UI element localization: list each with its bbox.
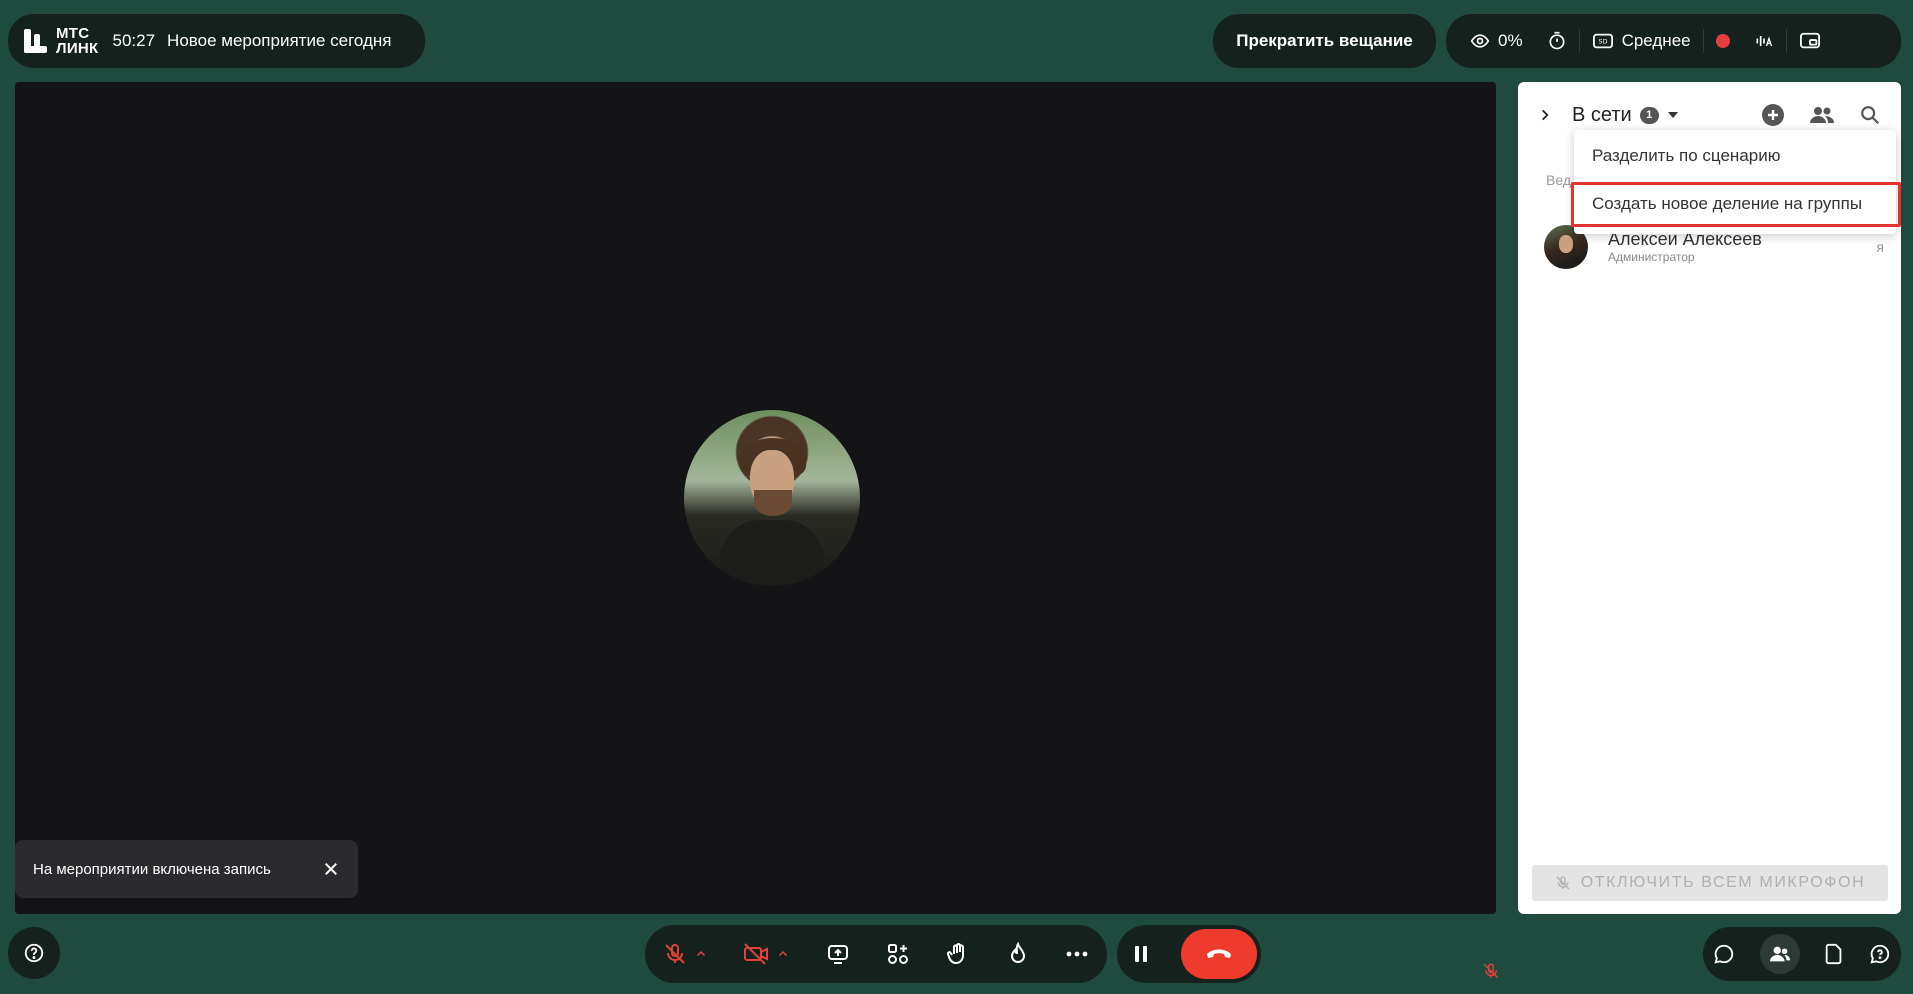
eye-icon	[1470, 31, 1490, 51]
logo-line1: МТС	[56, 25, 90, 42]
selection-highlight	[1571, 182, 1901, 227]
caret-down-icon	[1667, 110, 1679, 120]
call-controls	[1117, 925, 1261, 983]
stopwatch-button[interactable]	[1535, 14, 1579, 68]
more-icon[interactable]	[1065, 950, 1089, 958]
recording-toast: На мероприятии включена запись	[15, 840, 358, 898]
people-icon[interactable]	[1809, 103, 1835, 127]
viewers-percent: 0%	[1498, 31, 1523, 50]
audio-captions-icon	[1754, 31, 1774, 51]
participants-tab[interactable]	[1759, 934, 1800, 974]
camera-off-icon[interactable]	[743, 942, 769, 966]
mic-off-icon[interactable]	[663, 942, 687, 966]
add-circle-icon[interactable]	[1761, 103, 1785, 127]
me-marker: я	[1876, 239, 1884, 255]
section-label: Вед	[1546, 172, 1571, 188]
speaker-avatar	[684, 410, 860, 586]
files-icon[interactable]	[1824, 943, 1844, 965]
viewers-indicator[interactable]: 0%	[1458, 14, 1535, 68]
logo-mark-icon	[22, 28, 48, 54]
event-title: Новое мероприятие сегодня	[167, 31, 392, 50]
mts-link-logo: МТС ЛИНК	[22, 26, 99, 56]
hand-icon[interactable]	[946, 942, 970, 966]
event-timer: 50:27	[112, 31, 156, 50]
chevron-up-icon[interactable]	[695, 948, 707, 960]
online-filter-dropdown[interactable]: В сети 1	[1572, 104, 1679, 127]
video-stage[interactable]	[15, 82, 1499, 979]
camera-control[interactable]	[743, 942, 789, 966]
layout-button[interactable]	[1787, 14, 1833, 68]
chevron-right-icon[interactable]	[1538, 108, 1552, 122]
hangup-button[interactable]	[1181, 929, 1257, 979]
stopwatch-icon	[1547, 31, 1567, 51]
svg-text:SD: SD	[1598, 39, 1607, 46]
quality-selector[interactable]: SD Среднее	[1580, 14, 1703, 68]
apps-icon[interactable]	[886, 942, 910, 966]
mute-all-button[interactable]: ОТКЛЮЧИТЬ ВСЕМ МИКРОФОН	[1532, 865, 1888, 901]
recording-indicator[interactable]	[1704, 14, 1742, 68]
recording-toast-text: На мероприятии включена запись	[33, 860, 271, 878]
quality-icon: SD	[1592, 31, 1614, 51]
share-screen-icon[interactable]	[826, 942, 850, 966]
help-button[interactable]	[8, 927, 60, 979]
mic-control[interactable]	[663, 942, 707, 966]
participants-icon	[1769, 943, 1791, 965]
help-icon[interactable]	[1869, 943, 1891, 965]
participant-role: Администратор	[1608, 250, 1695, 264]
layout-icon	[1799, 31, 1821, 51]
hangup-icon	[1206, 947, 1232, 961]
menu-item-split-by-scenario[interactable]: Разделить по сценарию	[1574, 134, 1896, 178]
mute-all-label: ОТКЛЮЧИТЬ ВСЕМ МИКРОФОН	[1580, 874, 1866, 891]
fire-icon[interactable]	[1007, 942, 1029, 966]
panel-title: В сети	[1572, 103, 1632, 126]
quality-label: Среднее	[1621, 31, 1691, 50]
online-count-badge: 1	[1639, 106, 1659, 124]
side-tools	[1703, 927, 1901, 981]
status-toolbar: 0% SD Среднее	[1446, 14, 1901, 68]
chevron-up-icon[interactable]	[777, 948, 789, 960]
stop-broadcast-button[interactable]: Прекратить вещание	[1213, 14, 1436, 68]
search-icon[interactable]	[1859, 104, 1881, 126]
chat-icon[interactable]	[1713, 943, 1735, 965]
help-icon	[23, 942, 45, 964]
close-icon[interactable]	[322, 860, 340, 878]
logo-line2: ЛИНК	[56, 40, 99, 57]
mic-off-icon	[1482, 962, 1500, 980]
audio-captions-button[interactable]	[1742, 14, 1786, 68]
mic-off-icon	[1555, 875, 1571, 891]
media-controls	[645, 925, 1107, 983]
record-dot-icon	[1715, 34, 1730, 48]
pause-icon[interactable]	[1133, 945, 1149, 963]
event-info-bar: МТС ЛИНК 50:27 Новое мероприятие сегодня	[8, 14, 425, 68]
